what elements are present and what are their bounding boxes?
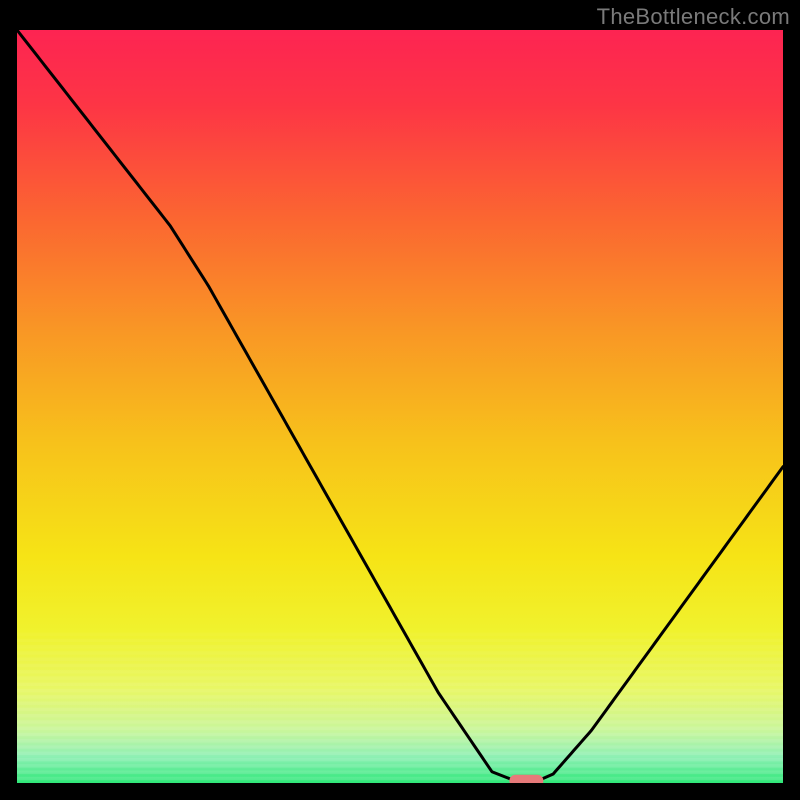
watermark-text: TheBottleneck.com (597, 4, 790, 30)
optimal-point-marker (509, 775, 543, 783)
bottleneck-chart (17, 30, 783, 783)
plot-area (17, 30, 783, 783)
chart-frame: TheBottleneck.com (0, 0, 800, 800)
